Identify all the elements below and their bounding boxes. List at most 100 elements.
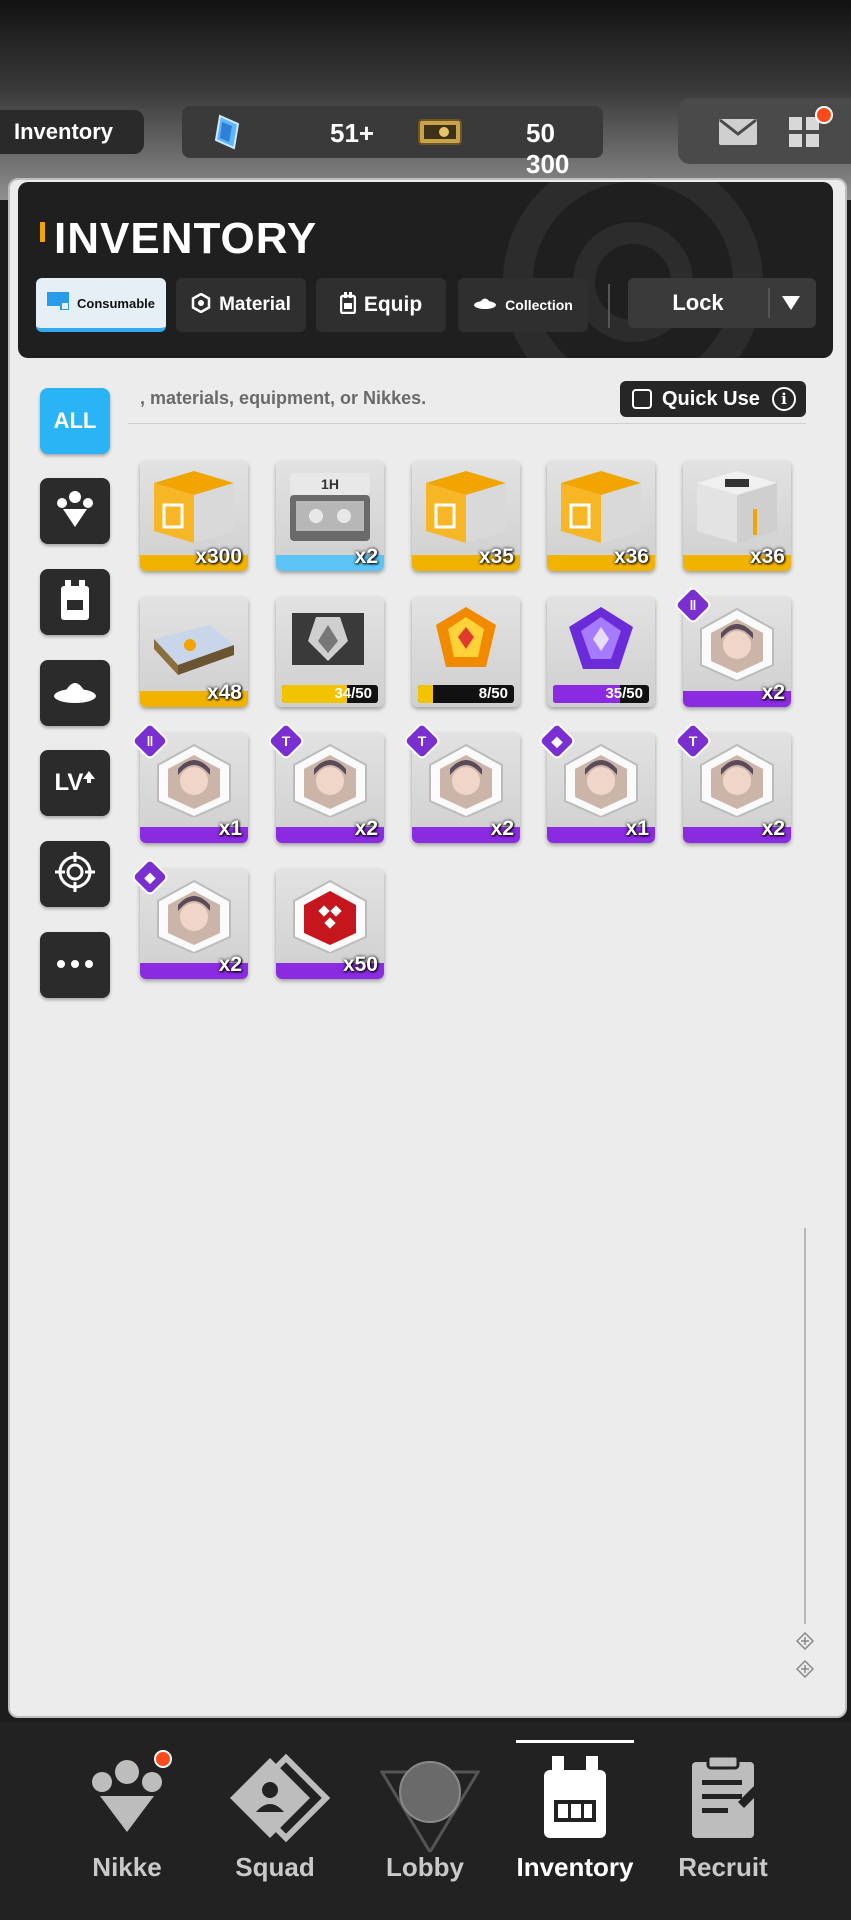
item-count: x2 — [354, 545, 378, 568]
tab-collection[interactable]: Collection — [458, 278, 588, 332]
more-icon — [55, 956, 95, 974]
inventory-item[interactable]: 35/50 — [547, 597, 655, 707]
scroll-down-icon[interactable] — [795, 1659, 815, 1683]
nav-squad[interactable]: Squad — [200, 1722, 350, 1920]
consumable-icon — [46, 291, 70, 315]
item-count: x2 — [490, 817, 514, 840]
nav-inventory-label: Inventory — [516, 1852, 634, 1882]
collection-icon — [473, 295, 497, 316]
inventory-item[interactable]: x300 — [140, 461, 248, 571]
tetra-badge-glyph: T — [281, 733, 291, 749]
item-count: x36 — [613, 545, 649, 568]
nav-lobby[interactable]: Lobby — [350, 1722, 500, 1920]
pilgrim-badge-glyph: ‖ — [146, 733, 154, 749]
gem-count: 51+ — [330, 118, 375, 148]
nav-nikke[interactable]: Nikke — [52, 1722, 202, 1920]
dropdown-separator — [768, 288, 770, 318]
resource-panel[interactable]: 51+ 50 300 — [182, 106, 603, 179]
arrow-up-icon — [83, 762, 96, 790]
item-count: x2 — [761, 681, 785, 704]
mail-icon[interactable] — [718, 118, 758, 151]
orange-box-icon — [422, 469, 510, 550]
hexagon-icon — [191, 292, 211, 318]
tab-material-label: Material — [219, 294, 291, 315]
tab-divider — [608, 284, 610, 328]
lock-dropdown[interactable]: Lock — [628, 278, 816, 328]
item-count: x35 — [478, 545, 514, 568]
white-box-icon — [693, 469, 781, 550]
scrollbar[interactable] — [804, 1228, 806, 1624]
filter-equip-button[interactable] — [40, 569, 110, 635]
item-progress-bar: 34/50 — [282, 685, 378, 703]
item-count: x300 — [195, 545, 242, 568]
search-underline — [128, 423, 806, 424]
timer-label: 1H — [290, 473, 370, 495]
nikke-notification-dot — [154, 1750, 172, 1768]
item-count: x2 — [218, 953, 242, 976]
red-core-icon — [286, 877, 374, 958]
filter-more-button[interactable] — [40, 932, 110, 998]
search-hint-text[interactable]: , materials, equipment, or Nikkes. — [140, 388, 426, 409]
collection-icon — [52, 676, 98, 711]
scroll-up-icon[interactable] — [795, 1631, 815, 1655]
lobby-icon — [379, 1752, 481, 1857]
inventory-item[interactable]: 8/50 — [412, 597, 520, 707]
tetra-badge-glyph: T — [688, 733, 698, 749]
level-label: LV — [54, 769, 84, 796]
nav-recruit[interactable]: Recruit — [648, 1722, 798, 1920]
lock-dropdown-label: Lock — [672, 290, 724, 315]
nav-nikke-label: Nikke — [92, 1852, 162, 1882]
nav-inventory[interactable]: Inventory — [500, 1722, 650, 1920]
item-count: x1 — [218, 817, 242, 840]
orange-box-icon — [557, 469, 645, 550]
nav-squad-label: Squad — [235, 1852, 315, 1882]
top-right-actions — [678, 98, 851, 164]
inventory-item[interactable]: x48 — [140, 597, 248, 707]
inventory-item[interactable]: 1H x2 — [276, 461, 384, 571]
gem-icon — [212, 114, 242, 155]
quick-use-checkbox[interactable] — [632, 389, 652, 409]
equip-icon — [339, 291, 357, 319]
inventory-item[interactable]: x36 — [547, 461, 655, 571]
missilis-badge-glyph: ◆ — [144, 869, 156, 885]
tab-consumable[interactable]: Consumable — [36, 278, 166, 332]
item-count: x36 — [749, 545, 785, 568]
nav-lobby-label: Lobby — [386, 1852, 464, 1882]
chevron-down-icon — [780, 292, 802, 318]
inventory-item[interactable]: x36 — [683, 461, 791, 571]
gray-core-icon — [286, 605, 374, 680]
tab-equip[interactable]: Equip — [316, 278, 446, 332]
filter-all-button[interactable]: ALL — [40, 388, 110, 454]
tab-material[interactable]: Material — [176, 278, 306, 332]
clipboard-icon — [678, 1752, 768, 1847]
progress-text: 34/50 — [334, 685, 372, 702]
filter-level-button[interactable]: LV — [40, 750, 110, 816]
item-count: x48 — [206, 681, 242, 704]
gold-core-icon — [422, 605, 510, 680]
inventory-item[interactable]: x50 — [276, 869, 384, 979]
inventory-item[interactable]: 34/50 — [276, 597, 384, 707]
item-progress-bar: 35/50 — [553, 685, 649, 703]
info-icon[interactable]: i — [772, 387, 796, 411]
filter-nikke-button[interactable] — [40, 478, 110, 544]
filter-target-button[interactable] — [40, 841, 110, 907]
screen-tag: Inventory — [0, 110, 144, 154]
notification-dot — [815, 106, 833, 124]
menu-grid-icon[interactable] — [788, 116, 820, 153]
purple-core-icon — [557, 605, 645, 680]
title-accent — [40, 222, 45, 242]
bottom-navigation: Nikke Squad Lobby Inventory Recruit — [0, 1722, 851, 1920]
inventory-item[interactable]: x35 — [412, 461, 520, 571]
progress-text: 8/50 — [478, 685, 508, 702]
crosshair-icon — [55, 851, 95, 897]
vest-icon — [55, 578, 95, 627]
pilgrim-badge-glyph: ‖ — [689, 597, 697, 613]
item-count: x1 — [625, 817, 649, 840]
credit-count: 50 300 — [526, 118, 570, 179]
item-progress-bar: 8/50 — [418, 685, 514, 703]
tab-equip-label: Equip — [363, 293, 423, 316]
filter-collection-button[interactable] — [40, 660, 110, 726]
missilis-badge-glyph: ◆ — [551, 733, 563, 749]
tetra-badge-glyph: T — [417, 733, 427, 749]
quick-use-toggle[interactable]: Quick Use i — [620, 381, 806, 417]
